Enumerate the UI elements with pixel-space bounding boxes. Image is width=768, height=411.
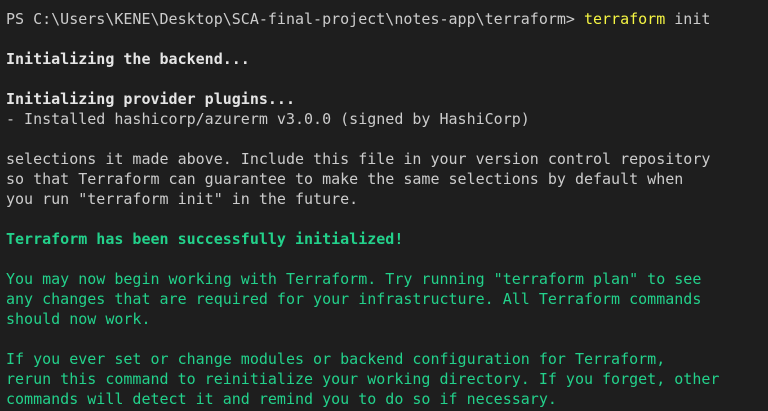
reinit-line: rerun this command to reinitialize your …: [6, 370, 720, 388]
provider-message: Initializing provider plugins...: [6, 90, 295, 108]
installed-message: - Installed hashicorp/azurerm v3.0.0 (si…: [6, 110, 530, 128]
selections-line: so that Terraform can guarantee to make …: [6, 170, 684, 188]
selections-line: selections it made above. Include this f…: [6, 150, 711, 168]
selections-line: you run "terraform init" in the future.: [6, 190, 359, 208]
reinit-line: If you ever set or change modules or bac…: [6, 350, 666, 368]
reinit-line: commands will detect it and remind you t…: [6, 390, 557, 408]
prompt-path: PS C:\Users\KENE\Desktop\SCA-final-proje…: [6, 10, 584, 28]
command-name: terraform: [583, 10, 666, 28]
working-line: any changes that are required for your i…: [6, 290, 702, 308]
command-args: init: [665, 10, 711, 28]
terminal-output[interactable]: PS C:\Users\KENE\Desktop\SCA-final-proje…: [0, 0, 768, 411]
working-line: should now work.: [6, 310, 151, 328]
working-line: You may now begin working with Terraform…: [6, 270, 702, 288]
prompt-line: PS C:\Users\KENE\Desktop\SCA-final-proje…: [6, 9, 768, 29]
success-message: Terraform has been successfully initiali…: [6, 230, 404, 248]
backend-message: Initializing the backend...: [6, 50, 250, 68]
